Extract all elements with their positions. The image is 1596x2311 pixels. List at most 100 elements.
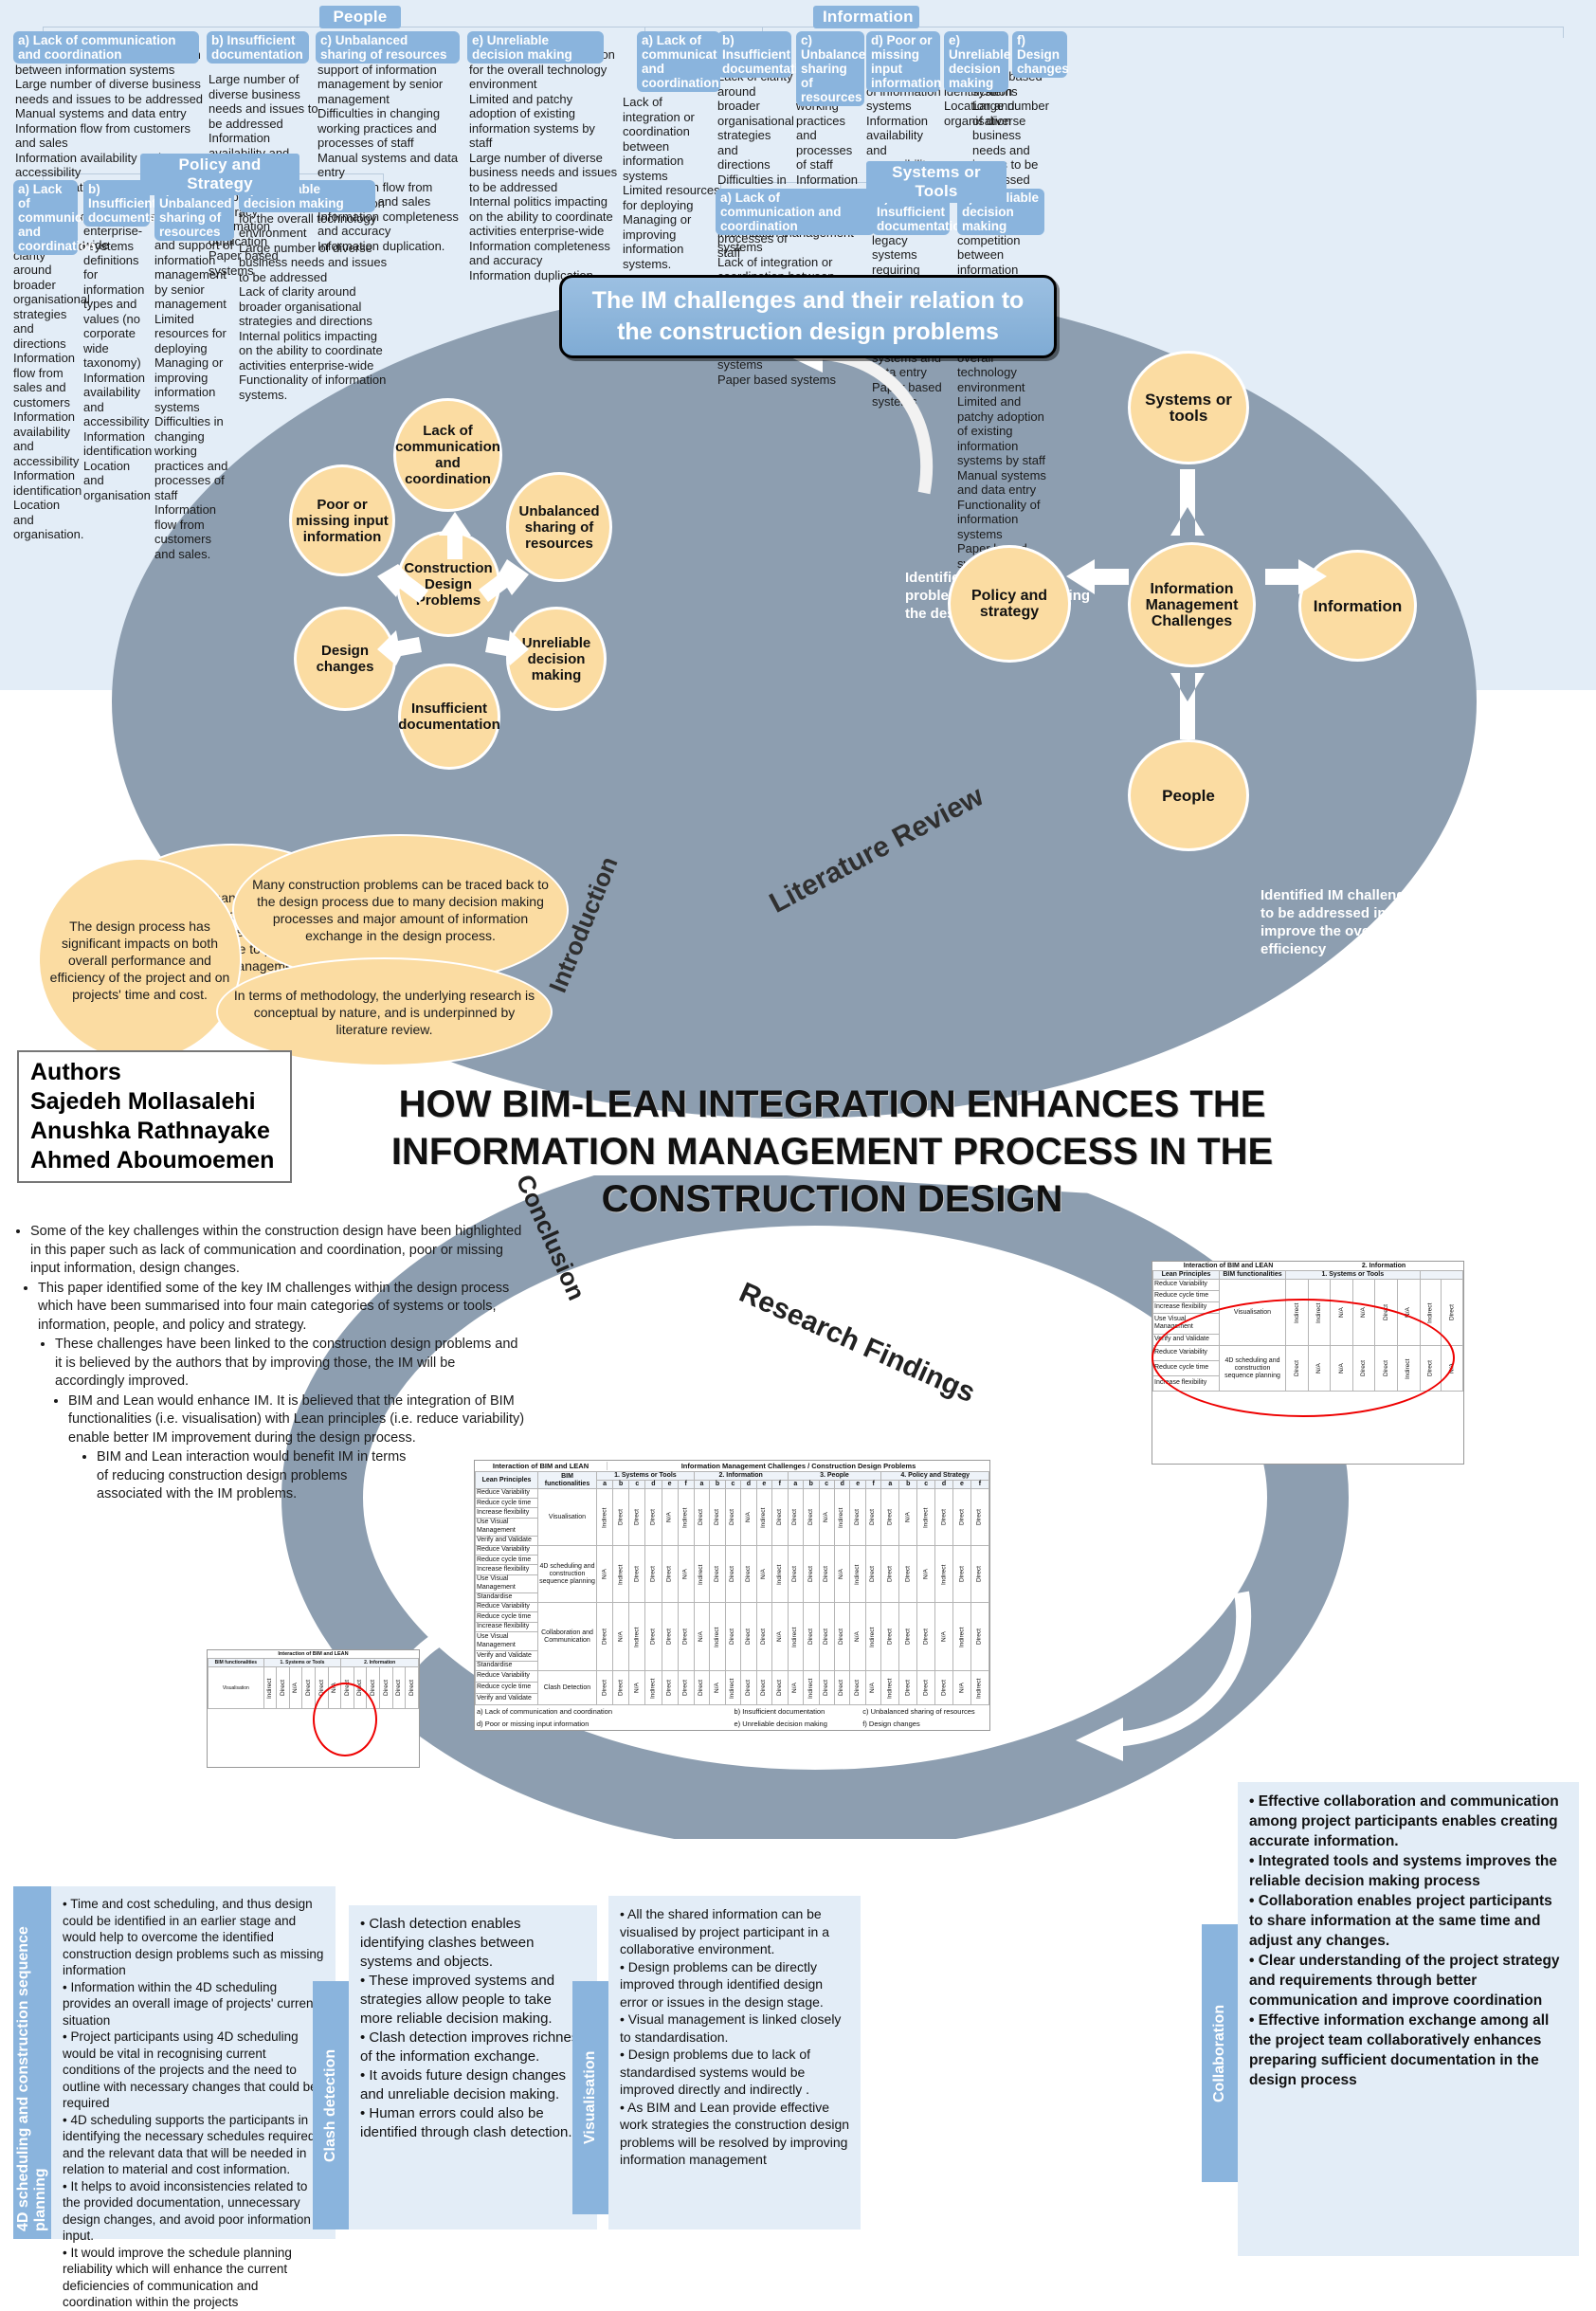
matrix-cell: Direct <box>803 1488 819 1546</box>
matrix-cell: Indirect <box>756 1488 772 1546</box>
matrix-cell: Direct <box>865 1545 881 1603</box>
matrix-cell: Direct <box>849 1488 866 1546</box>
matrix-caption-small: Interaction of BIM and LEAN <box>278 1651 349 1657</box>
matrix-lean-principle: Increase flexibility <box>475 1564 538 1575</box>
matrix-sub-letter: b <box>898 1480 918 1489</box>
bullet: Information availability and accessibili… <box>83 370 150 429</box>
bottom-text-collaboration: • Effective collaboration and communicat… <box>1238 1782 1579 2256</box>
authors-label: Authors <box>30 1059 121 1085</box>
matrix-cell: Indirect <box>865 1602 881 1671</box>
bullet: Lack of clarity around broader organisat… <box>239 284 372 328</box>
matrix-cell: Direct <box>788 1488 804 1546</box>
matrix-bim-function: Visualisation <box>537 1488 597 1546</box>
bottom-label-collaboration: Collaboration <box>1202 1924 1238 2182</box>
matrix-cell: Direct <box>819 1602 835 1671</box>
matrix-lean-principle: Increase flexibility <box>475 1507 538 1519</box>
bullet: Manual systems and data entry <box>317 150 459 180</box>
matrix-sub-letter: e <box>661 1480 679 1489</box>
author-name: Anushka Rathnayake <box>30 1118 270 1144</box>
matrix-cell: Direct <box>880 1602 899 1671</box>
matrix-cell: Direct <box>678 1670 695 1705</box>
info-subcat-c: c) Unbalanced sharing of resources <box>796 31 874 106</box>
info-subcat-b: b) Insufficient documentation <box>717 31 814 78</box>
matrix-cell: Direct <box>916 1602 935 1671</box>
bullet: Managing or improving information system… <box>154 355 224 414</box>
matrix-lean-principle: Reduce cycle time <box>475 1611 538 1623</box>
cycle-arrows-left <box>377 512 529 665</box>
matrix-cell: Direct <box>662 1545 679 1603</box>
conclusion-point: These challenges have been linked to the… <box>55 1336 527 1392</box>
systems-subcat-a: a) Lack of communication and coordinatio… <box>716 189 875 235</box>
matrix-caption: Interaction of BIM and LEAN <box>475 1462 608 1470</box>
matrix-sub-letter: b <box>803 1480 820 1489</box>
table-row[interactable]: Reduce Variability Clash Detection Direct D… <box>475 1670 989 1705</box>
matrix-col-bim-right: BIM functionalities <box>1219 1270 1286 1280</box>
matrix-footnote: c) Unbalanced sharing of resources <box>862 1707 975 1716</box>
matrix-cell: Indirect <box>678 1488 695 1546</box>
matrix-cell: Indirect <box>952 1602 971 1671</box>
matrix-group: 3. People <box>787 1471 882 1481</box>
matrix-cell: Direct <box>803 1545 819 1603</box>
matrix-cell: Direct <box>819 1545 835 1603</box>
matrix-sub-letter: c <box>818 1480 835 1489</box>
bullet: Lack of clarity around broader organisat… <box>717 69 794 172</box>
table-row[interactable]: Reduce Variability Collaboration and Comm… <box>475 1601 989 1671</box>
matrix-sub-letter: d <box>644 1480 662 1489</box>
matrix-lean-principle: Reduce Variability <box>475 1601 538 1613</box>
matrix-cell: Direct <box>834 1602 850 1671</box>
bullet: Location and organisation <box>83 458 151 502</box>
matrix-cell: N/A <box>612 1602 629 1671</box>
matrix-cell: Direct <box>952 1545 971 1603</box>
matrix-group-small: 2. Information <box>340 1658 419 1667</box>
matrix-cell: Direct <box>596 1670 613 1705</box>
matrix-sub-letter: c <box>724 1480 742 1489</box>
matrix-cell: Direct <box>662 1602 679 1671</box>
matrix-cell: Direct <box>934 1670 953 1705</box>
matrix-sub-letter: e <box>849 1480 866 1489</box>
author-name: Ahmed Aboumoemen <box>30 1147 275 1174</box>
matrix-cell: Indirect <box>596 1488 613 1546</box>
matrix-sub-letter: d <box>740 1480 757 1489</box>
bim-lean-matrix-large[interactable]: Interaction of BIM and LEAN Information … <box>474 1460 990 1731</box>
category-header-information: Information <box>813 6 919 28</box>
bullet: Limited and patchy adoption of existing … <box>469 91 595 151</box>
matrix-caption-right: Interaction of BIM and LEAN <box>1183 1263 1274 1269</box>
matrix-table[interactable]: Lean Principles BIM functionalities 1. S… <box>475 1471 990 1705</box>
matrix-sub-letter: a <box>787 1480 805 1489</box>
matrix-cell: Direct <box>771 1488 789 1546</box>
matrix-cell: Direct <box>725 1602 741 1671</box>
category-header-people: People <box>319 6 401 28</box>
matrix-cell: Indirect <box>834 1488 850 1546</box>
conclusion-point: BIM and Lean would enhance IM. It is bel… <box>68 1392 527 1448</box>
matrix-lean-principle: Standardise <box>475 1592 538 1604</box>
matrix-cell: N/A <box>849 1602 866 1671</box>
bullet: Limited resources for deploying <box>623 183 720 212</box>
matrix-lean-principle: Reduce cycle time <box>475 1682 538 1694</box>
matrix-cell: N/A <box>934 1602 953 1671</box>
table-row[interactable]: Reduce Variability 4D scheduling and cons… <box>475 1544 989 1603</box>
matrix-cell: Direct <box>970 1545 989 1603</box>
table-row[interactable]: Reduce Variability Visualisation Indirect D… <box>475 1487 989 1546</box>
matrix-lean-principle: Verify and Validate <box>475 1535 538 1547</box>
matrix-cell: Direct <box>740 1602 757 1671</box>
people-subcat-a: a) Lack of communication and coordinatio… <box>13 31 199 64</box>
matrix-footnote: e) Unreliable decision making <box>734 1720 827 1728</box>
matrix-cell: Direct <box>644 1545 662 1603</box>
bullet: Manual systems and data entry <box>15 106 187 120</box>
matrix-sub-letter: d <box>934 1480 953 1489</box>
matrix-lean-principle: Verify and Validate <box>475 1650 538 1662</box>
matrix-cell: Direct <box>898 1545 917 1603</box>
bullet: Lack of integration or coordination betw… <box>623 95 695 183</box>
matrix-lean: Reduce Variability <box>1152 1279 1220 1291</box>
matrix-lean-principle: Reduce cycle time <box>475 1498 538 1509</box>
matrix-cell: N/A <box>898 1488 917 1546</box>
matrix-cell: Direct <box>934 1488 953 1546</box>
caption-identified-im-challenges: Identified IM challenges that need to be… <box>1260 887 1489 957</box>
matrix-lean-principle: Standardise <box>475 1660 538 1672</box>
matrix-sub-letter: b <box>612 1480 630 1489</box>
matrix-bim-function: 4D scheduling and construction sequence … <box>537 1545 597 1603</box>
matrix-cell: N/A <box>596 1545 613 1603</box>
people-subcat-b: b) Insufficient documentation <box>207 31 309 64</box>
matrix-cell: Direct <box>952 1488 971 1546</box>
bullet: Managing or improving information system… <box>623 212 692 271</box>
